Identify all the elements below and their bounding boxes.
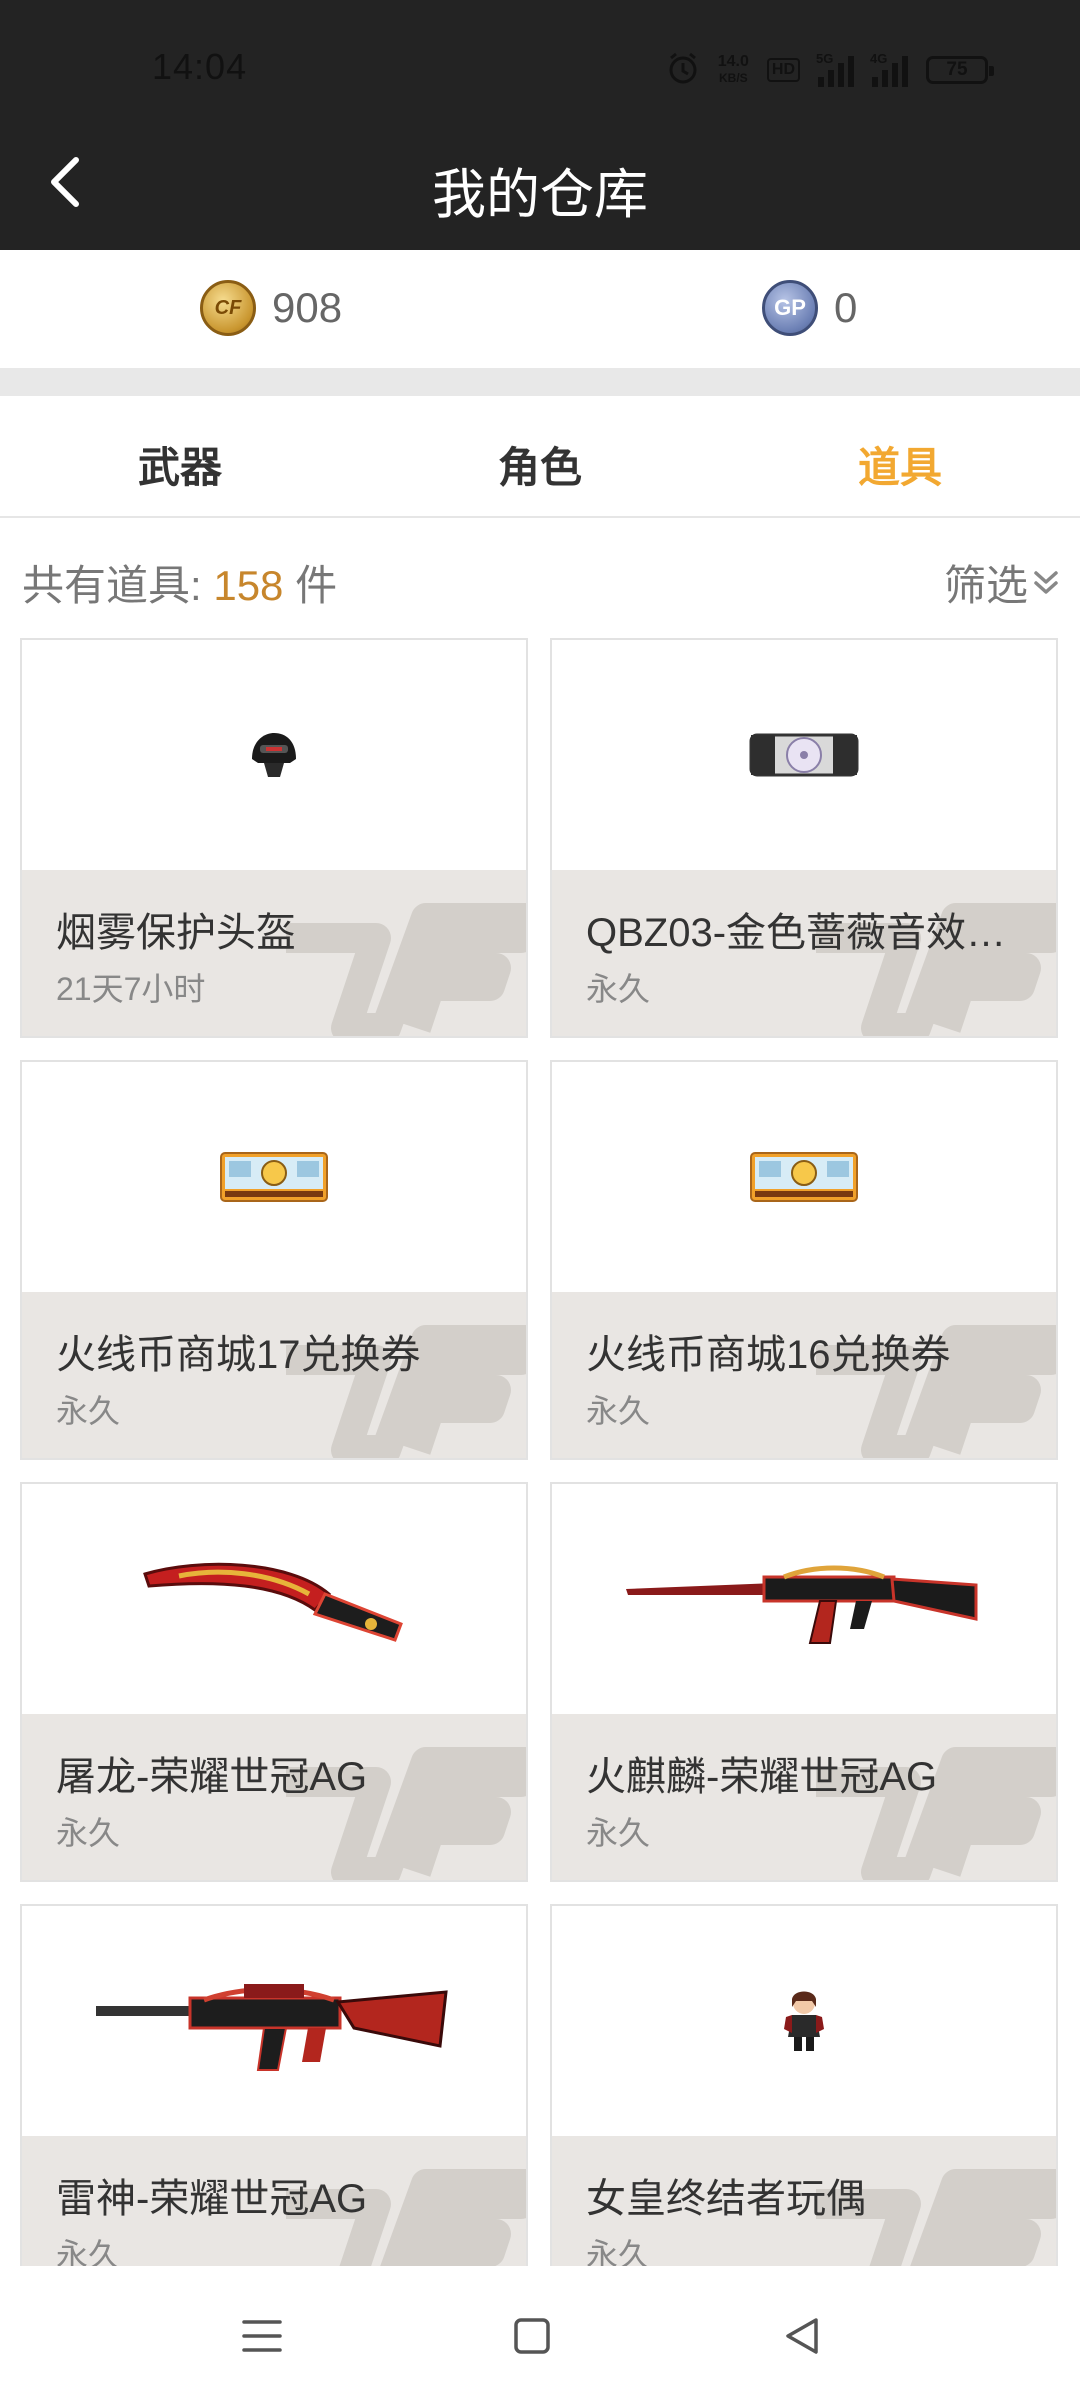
gp-balance: GP 0 — [762, 280, 857, 336]
summary-suffix: 件 — [295, 562, 338, 609]
cf-coin-amount: 908 — [272, 284, 343, 331]
app-header: 我的仓库 — [0, 114, 1080, 250]
filter-button[interactable]: 筛选 — [944, 552, 1060, 613]
item-name: 烟雾保护头盔 — [56, 911, 296, 955]
voucher-icon — [552, 1062, 1056, 1292]
battery-icon: 75 — [926, 56, 994, 84]
item-name: 屠龙-荣耀世冠AG — [56, 1755, 368, 1799]
menu-icon — [242, 2320, 282, 2352]
item-duration: 永久 — [586, 1393, 651, 1429]
currency-row: CF 908 GP 0 — [0, 250, 1080, 368]
helmet-icon — [22, 640, 526, 870]
alarm-icon — [666, 51, 700, 90]
item-duration: 永久 — [586, 971, 651, 1007]
item-count-summary: 共有道具: 158 件 — [22, 552, 337, 613]
item-info: 火线币商城16兑换券 永久 — [552, 1292, 1056, 1458]
m4-rifle-icon — [22, 1906, 526, 2136]
page-title: 我的仓库 — [432, 165, 648, 225]
net-speed-unit: KB/S — [718, 71, 748, 85]
net-speed-value: 14.0 — [717, 53, 749, 70]
system-nav-bar — [0, 2266, 1080, 2400]
item-card[interactable]: 火麒麟-荣耀世冠AG 永久 — [550, 1482, 1058, 1882]
item-duration: 永久 — [56, 1393, 121, 1429]
summary-prefix: 共有道具: — [22, 562, 202, 609]
item-duration: 永久 — [586, 2237, 651, 2266]
item-card[interactable]: 火线币商城17兑换券 永久 — [20, 1060, 528, 1460]
square-icon — [514, 2318, 550, 2354]
triangle-back-icon — [786, 2318, 818, 2354]
cf-coin-icon: CF — [200, 280, 256, 336]
item-duration: 永久 — [586, 1815, 651, 1851]
kukri-knife-icon — [22, 1484, 526, 1714]
cf-coin-balance: CF 908 — [200, 280, 342, 336]
item-card[interactable]: 屠龙-荣耀世冠AG 永久 — [20, 1482, 528, 1882]
item-grid: 烟雾保护头盔 21天7小时 QBZ03-金色蔷薇音效卡... 永久 火线币商城1… — [0, 636, 1080, 2266]
gp-amount: 0 — [834, 284, 858, 331]
hd-badge: HD — [766, 58, 800, 82]
doll-figure-icon — [552, 1906, 1056, 2136]
item-info: 屠龙-荣耀世冠AG 永久 — [22, 1714, 526, 1880]
signal-5g-icon: 5G — [816, 51, 854, 87]
home-button[interactable] — [502, 2306, 562, 2366]
item-name: 雷神-荣耀世冠AG — [56, 2177, 368, 2221]
item-info: 火线币商城17兑换券 永久 — [22, 1292, 526, 1458]
ak-rifle-icon — [552, 1484, 1056, 1714]
item-info: QBZ03-金色蔷薇音效卡... 永久 — [552, 870, 1056, 1036]
signal-4g-label: 4G — [870, 51, 888, 66]
signal-5g-label: 5G — [816, 51, 834, 66]
item-name: 女皇终结者玩偶 — [586, 2177, 866, 2221]
tab-items[interactable]: 道具 — [858, 434, 942, 495]
item-name: 火线币商城17兑换券 — [56, 1333, 421, 1377]
item-name: 火麒麟-荣耀世冠AG — [586, 1755, 938, 1799]
status-bar: 14:04 14.0 KB/S HD 5G 4G 75 — [0, 0, 1080, 114]
sound-card-icon — [552, 640, 1056, 870]
status-icons: 14.0 KB/S HD 5G 4G 75 — [666, 50, 994, 90]
item-duration: 永久 — [56, 1815, 121, 1851]
item-card[interactable]: 女皇终结者玩偶 永久 — [550, 1904, 1058, 2266]
item-count: 158 — [213, 562, 284, 609]
item-info: 火麒麟-荣耀世冠AG 永久 — [552, 1714, 1056, 1880]
item-duration: 21天7小时 — [56, 971, 206, 1007]
item-info: 女皇终结者玩偶 永久 — [552, 2136, 1056, 2266]
section-divider — [0, 368, 1080, 396]
item-card[interactable]: QBZ03-金色蔷薇音效卡... 永久 — [550, 638, 1058, 1038]
double-chevron-down-icon — [1034, 570, 1058, 594]
item-info: 雷神-荣耀世冠AG 永久 — [22, 2136, 526, 2266]
item-card[interactable]: 烟雾保护头盔 21天7小时 — [20, 638, 528, 1038]
tab-weapons[interactable]: 武器 — [138, 434, 222, 495]
item-info: 烟雾保护头盔 21天7小时 — [22, 870, 526, 1036]
item-card[interactable]: 雷神-荣耀世冠AG 永久 — [20, 1904, 528, 2266]
signal-4g-icon: 4G — [870, 51, 908, 87]
filter-label: 筛选 — [943, 562, 1028, 609]
item-name: 火线币商城16兑换券 — [586, 1333, 951, 1377]
item-name: QBZ03-金色蔷薇音效卡... — [586, 911, 1036, 955]
tab-characters[interactable]: 角色 — [498, 434, 582, 495]
back-nav-button[interactable] — [772, 2306, 832, 2366]
item-card[interactable]: 火线币商城16兑换券 永久 — [550, 1060, 1058, 1460]
item-duration: 永久 — [56, 2237, 121, 2266]
menu-button[interactable] — [232, 2306, 292, 2366]
net-speed: 14.0 KB/S — [718, 54, 749, 86]
category-tabs: 武器 角色 道具 — [0, 396, 1080, 518]
voucher-icon — [22, 1062, 526, 1292]
gp-icon: GP — [762, 280, 818, 336]
status-time: 14:04 — [152, 46, 248, 87]
